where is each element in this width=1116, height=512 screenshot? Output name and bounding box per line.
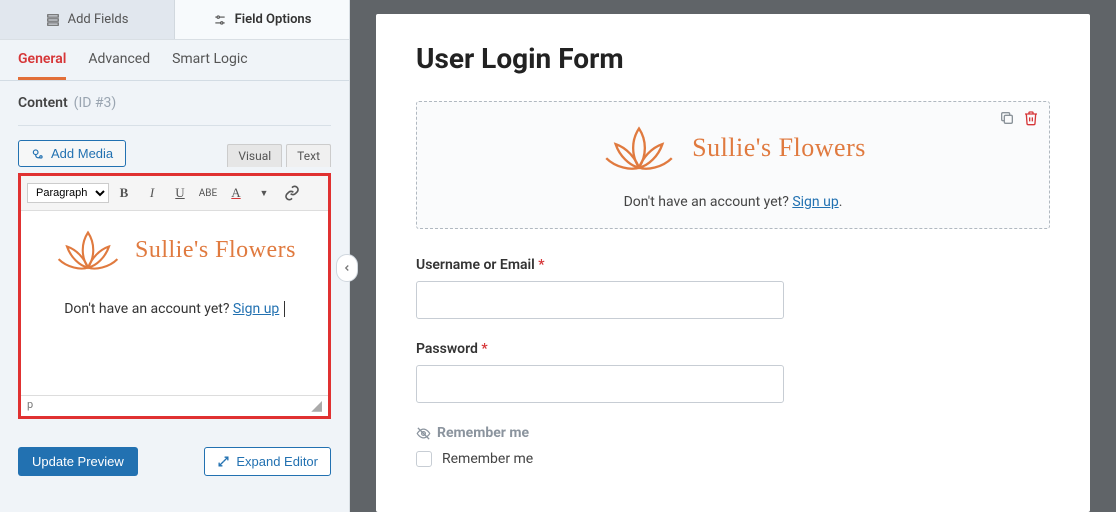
signup-link[interactable]: Sign up [792, 194, 838, 210]
sidebar-collapse-toggle[interactable] [336, 254, 358, 282]
strikethrough-button[interactable]: ABE [195, 180, 221, 206]
text-color-button[interactable]: A [223, 180, 249, 206]
italic-button[interactable]: I [139, 180, 165, 206]
text-color-dropdown[interactable]: ▼ [251, 180, 277, 206]
signup-caption: Don't have an account yet? Sign up. [433, 194, 1033, 210]
content-id: (ID #3) [74, 95, 117, 111]
remember-me-field[interactable]: Remember me Remember me [416, 425, 1050, 467]
expand-editor-button[interactable]: Expand Editor [204, 447, 331, 476]
remember-option-label: Remember me [442, 451, 533, 467]
tab-add-fields[interactable]: Add Fields [0, 0, 175, 39]
field-options-panel: Add Fields Field Options General Advance… [0, 0, 350, 512]
editor-tab-text[interactable]: Text [286, 144, 331, 167]
brand-name: Sullie's Flowers [692, 133, 866, 163]
add-media-label: Add Media [51, 146, 113, 161]
tab-label: Field Options [235, 12, 312, 27]
editor-tab-visual[interactable]: Visual [227, 144, 282, 167]
add-media-button[interactable]: Add Media [18, 140, 126, 167]
lotus-icon [600, 120, 678, 176]
content-label: Content [18, 95, 68, 111]
brand-name: Sullie's Flowers [135, 237, 296, 264]
content-section-heading: Content (ID #3) [18, 95, 331, 126]
panel-top-tabs: Add Fields Field Options [0, 0, 349, 40]
sliders-icon [213, 13, 227, 27]
eye-off-icon [416, 426, 431, 441]
editor-statusbar: p ◢ [21, 395, 328, 416]
subtab-general[interactable]: General [18, 51, 66, 80]
resize-handle-icon[interactable]: ◢ [311, 398, 322, 414]
text-cursor [280, 301, 284, 317]
html-content-field[interactable]: Sullie's Flowers Don't have an account y… [416, 101, 1050, 229]
subtab-smart-logic[interactable]: Smart Logic [172, 51, 247, 80]
bold-button[interactable]: B [111, 180, 137, 206]
username-input[interactable] [416, 281, 784, 319]
expand-icon [217, 455, 230, 468]
username-field[interactable]: Username or Email * [416, 257, 1050, 319]
form-title: User Login Form [416, 42, 1050, 75]
rich-text-editor: Paragraph B I U ABE A ▼ [18, 173, 331, 419]
tab-label: Add Fields [68, 12, 129, 27]
field-options-subtabs: General Advanced Smart Logic [0, 40, 349, 81]
remember-checkbox[interactable] [416, 451, 432, 467]
remember-section-label: Remember me [437, 425, 529, 441]
form-preview-area: User Login Form [350, 0, 1116, 512]
password-field[interactable]: Password * [416, 341, 1050, 403]
required-asterisk: * [538, 257, 544, 273]
layout-icon [46, 13, 60, 27]
expand-editor-label: Expand Editor [236, 454, 318, 469]
duplicate-field-icon[interactable] [999, 110, 1015, 126]
editor-toolbar: Paragraph B I U ABE A ▼ [21, 176, 328, 211]
signup-link[interactable]: Sign up [233, 301, 279, 317]
editor-content-area[interactable]: Sullie's Flowers Don't have an account y… [21, 211, 328, 395]
underline-button[interactable]: U [167, 180, 193, 206]
media-icon [31, 147, 45, 161]
block-format-select[interactable]: Paragraph [27, 183, 109, 203]
update-preview-button[interactable]: Update Preview [18, 447, 138, 476]
required-asterisk: * [481, 341, 487, 357]
delete-field-icon[interactable] [1023, 110, 1039, 126]
lotus-icon [53, 225, 123, 275]
element-path[interactable]: p [27, 398, 33, 414]
password-input[interactable] [416, 365, 784, 403]
password-label: Password * [416, 341, 1050, 357]
tab-field-options[interactable]: Field Options [175, 0, 349, 39]
signup-caption: Don't have an account yet? Sign up [31, 301, 318, 317]
subtab-advanced[interactable]: Advanced [88, 51, 150, 80]
username-label: Username or Email * [416, 257, 1050, 273]
link-button[interactable] [279, 180, 305, 206]
